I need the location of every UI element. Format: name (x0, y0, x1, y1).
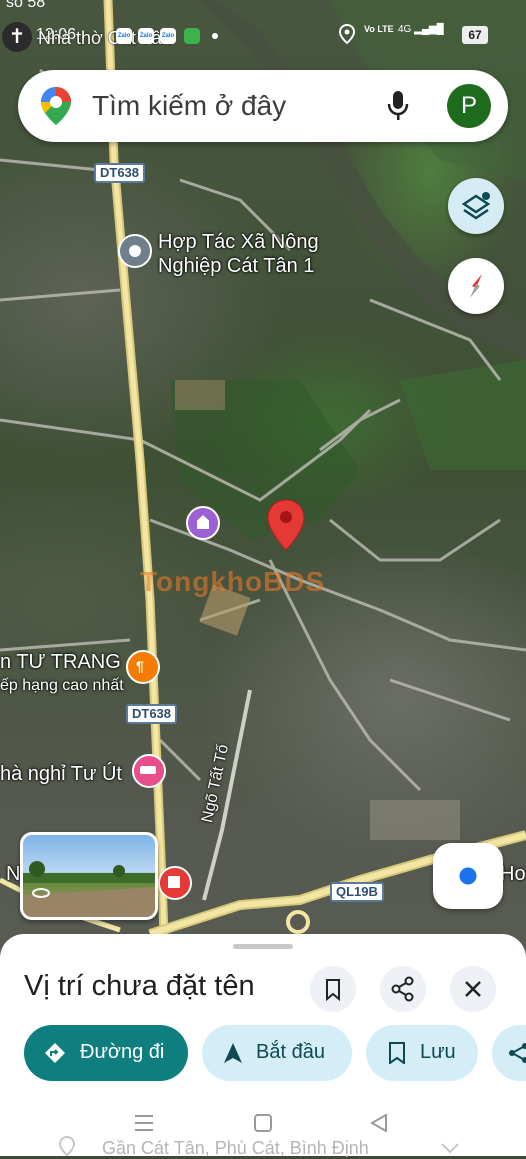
restaurant-poi-icon[interactable]: ¶ (126, 650, 160, 684)
search-bar[interactable]: Tìm kiếm ở đây P (18, 70, 508, 142)
layers-icon (461, 192, 491, 220)
right-edge-label: Ho (500, 863, 526, 885)
back-icon[interactable] (370, 1114, 388, 1132)
360-icon (31, 883, 51, 903)
road-label-dt638-bottom: DT638 (126, 704, 178, 724)
my-location-icon (456, 864, 480, 888)
share-chip[interactable] (492, 1025, 526, 1081)
close-button[interactable] (450, 966, 496, 1012)
start-label: Bắt đầu (256, 1041, 325, 1063)
street-view-image (23, 861, 155, 917)
signal-icon: 4G ▂▄▆█ (398, 24, 444, 35)
share-icon (391, 976, 414, 1002)
status-top-fragment: so 58 (6, 0, 46, 11)
restaurant-label-line1[interactable]: n TƯ TRANG (0, 650, 121, 674)
chevron-down-icon[interactable] (440, 1142, 460, 1154)
location-status-icon (338, 24, 356, 44)
street-view-thumbnail[interactable] (20, 832, 158, 920)
cross-icon: ✝ (2, 22, 32, 52)
left-edge-label: N (6, 863, 21, 885)
zalo-icon: Zalo (160, 28, 176, 44)
shop-poi-icon[interactable] (158, 866, 192, 900)
zalo-icon: Zalo (116, 28, 132, 44)
search-input[interactable]: Tìm kiếm ở đây (92, 90, 286, 122)
share-button[interactable] (380, 966, 426, 1012)
dropped-pin-icon[interactable] (266, 498, 306, 552)
battery-level: 67 (468, 28, 482, 42)
save-label: Lưu (420, 1041, 456, 1063)
watermark-text: TongkhoBDS (140, 566, 326, 597)
watermark: TongkhoBDS (140, 566, 325, 598)
notification-dot-icon (212, 33, 218, 39)
close-icon (465, 981, 481, 997)
home-icon[interactable] (254, 1114, 272, 1132)
shop-icon (168, 876, 180, 888)
coop-poi-icon[interactable] (118, 234, 152, 268)
bookmark-icon (389, 1042, 405, 1064)
hotel-poi-icon[interactable] (132, 754, 166, 788)
start-button[interactable]: Bắt đầu (202, 1025, 352, 1081)
place-title: Vị trí chưa đặt tên (24, 970, 255, 1002)
wechat-icon (184, 28, 200, 44)
layers-button[interactable] (448, 178, 504, 234)
mic-icon[interactable] (386, 90, 410, 122)
volte-indicator: Vo LTE (364, 24, 394, 34)
place-dot-icon (129, 245, 141, 257)
address-location-icon (58, 1136, 76, 1156)
directions-icon (45, 1043, 65, 1063)
directions-label: Đường đi (80, 1041, 165, 1063)
church-icon (197, 515, 209, 529)
recents-icon[interactable] (134, 1114, 154, 1132)
restaurant-label-line2[interactable]: ếp hạng cao nhất (0, 674, 124, 698)
account-avatar[interactable]: P (447, 84, 491, 128)
bookmark-icon (326, 979, 340, 1002)
bookmark-button[interactable] (310, 966, 356, 1012)
navigation-arrow-icon (224, 1043, 242, 1063)
battery-icon: 67 (462, 26, 488, 44)
share-icon (509, 1043, 526, 1063)
my-location-button[interactable] (433, 843, 503, 909)
save-button[interactable]: Lưu (366, 1025, 478, 1081)
compass-button[interactable] (448, 258, 504, 314)
church-poi-icon[interactable] (186, 506, 220, 540)
road-label-ql19b: QL19B (330, 882, 384, 902)
zalo-icon: Zalo (138, 28, 154, 44)
bed-icon (140, 766, 156, 774)
coop-label-line1[interactable]: Hợp Tác Xã Nông (158, 230, 319, 254)
network-type: 4G (398, 24, 412, 35)
drag-handle[interactable] (233, 944, 293, 949)
maps-logo-icon (41, 87, 71, 125)
coop-label-line2[interactable]: Nghiệp Cát Tân 1 (158, 254, 314, 278)
fork-knife-icon: ¶ (136, 658, 144, 674)
status-bar: so 58 ✝ 12:06 Nhà thờ Cát Tân Zalo Zalo … (0, 0, 526, 70)
hotel-label[interactable]: hà nghỉ Tư Út (0, 762, 122, 786)
directions-button[interactable]: Đường đi (24, 1025, 188, 1081)
road-label-dt638-top: DT638 (94, 163, 146, 183)
compass-icon (470, 274, 482, 298)
